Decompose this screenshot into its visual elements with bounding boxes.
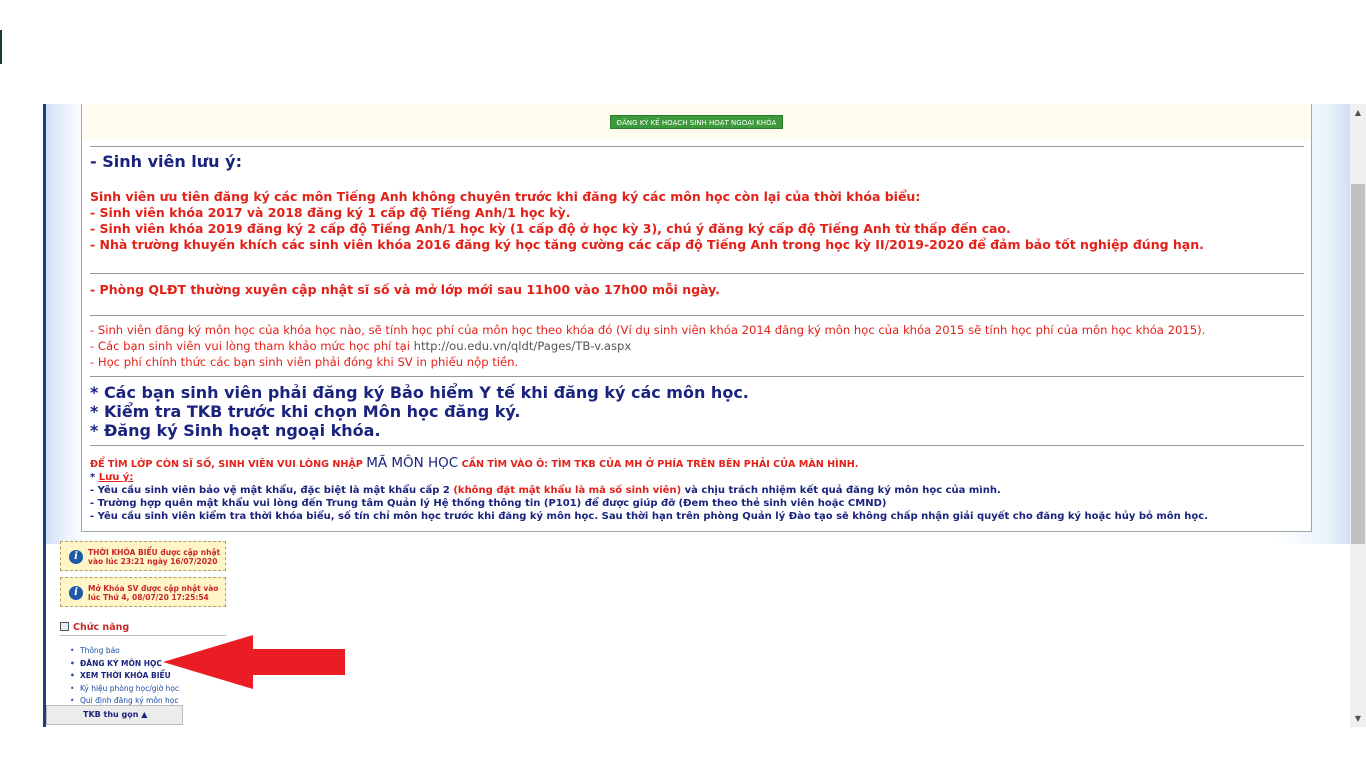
fee-link[interactable]: http://ou.edu.vn/qldt/Pages/TB-v.aspx [414,339,632,353]
register-extracurricular-button[interactable]: ĐĂNG KÝ KẾ HOẠCH SINH HOẠT NGOẠI KHÓA [610,115,783,129]
luu-y-label: Lưu ý: [98,472,134,483]
star-note: * Các bạn sinh viên phải đăng ký Bảo hiể… [90,383,749,402]
scroll-up-arrow-icon[interactable]: ▲ [1350,104,1366,121]
find-class-post: CẦN TÌM VÀO Ô: TÌM TKB CỦA MH Ở PHÍA TRÊ… [458,459,859,470]
functions-heading: Chức năng [60,622,129,633]
forgot-password-note: - Trường hợp quên mật khẩu vui lòng đến … [90,498,887,509]
divider [90,445,1304,446]
password-warning: (không đặt mật khẩu là mã số sinh viên) [453,485,682,496]
star-note: * Kiểm tra TKB trước khi chọn Môn học đă… [90,402,521,421]
password-post: và chịu trách nhiệm kết quả đăng ký môn … [681,485,1001,496]
panel-header-area: ĐĂNG KÝ KẾ HOẠCH SINH HOẠT NGOẠI KHÓA [82,104,1311,140]
english-item: - Sinh viên khóa 2017 và 2018 đăng ký 1 … [90,205,571,220]
luu-y-line: * Lưu ý: [90,472,133,483]
page: ĐĂNG KÝ KẾ HOẠCH SINH HOẠT NGOẠI KHÓA - … [0,0,1366,768]
function-list-icon [60,622,69,631]
fee-note: - Sinh viên đăng ký môn học của khóa học… [90,323,1206,337]
update-schedule-text: - Phòng QLĐT thường xuyên cập nhật sĩ số… [90,282,720,297]
star-note: * Đăng ký Sinh hoạt ngoại khóa. [90,421,381,440]
scrollbar-thumb[interactable] [1351,184,1365,544]
fee-note: - Học phí chính thức các bạn sinh viên p… [90,355,519,369]
password-note: - Yêu cầu sinh viên bảo vệ mật khẩu, đặc… [90,485,1001,496]
check-schedule-note: - Yêu cầu sinh viên kiểm tra thời khóa b… [90,511,1208,522]
unlock-update-info: i Mở Khóa SV được cập nhật vào lúc Thứ 4… [60,577,226,607]
password-pre: - Yêu cầu sinh viên bảo vệ mật khẩu, đặc… [90,485,454,496]
find-class-pre: ĐỂ TÌM LỚP CÒN SĨ SỐ, SINH VIÊN VUI LÒNG… [90,459,367,470]
compact-timetable-tab[interactable]: TKB thu gọn ▲ [46,705,183,725]
info-text: Mở Khóa SV được cập nhật vào lúc Thứ 4, … [88,584,219,602]
find-class-instruction: ĐỂ TÌM LỚP CÒN SĨ SỐ, SINH VIÊN VUI LÒNG… [90,455,858,471]
notice-heading: - Sinh viên lưu ý: [90,152,242,171]
content-viewport: ĐĂNG KÝ KẾ HOẠCH SINH HOẠT NGOẠI KHÓA - … [43,104,1350,727]
notice-panel: ĐĂNG KÝ KẾ HOẠCH SINH HOẠT NGOẠI KHÓA - … [81,104,1312,532]
info-icon: i [69,550,83,564]
fee-note-text: - Các bạn sinh viên vui lòng tham khảo m… [90,339,414,353]
divider [90,376,1304,377]
luu-y-star: * [90,472,99,483]
window-edge-marker [0,30,2,64]
divider [90,146,1304,147]
vertical-scrollbar[interactable]: ▲ ▼ [1350,104,1366,727]
functions-title: Chức năng [73,622,130,633]
english-item: - Nhà trường khuyến khích các sinh viên … [90,237,1204,252]
schedule-update-info: i THỜI KHÓA BIỂU được cập nhật vào lúc 2… [60,541,226,571]
english-item: - Sinh viên khóa 2019 đăng ký 2 cấp độ T… [90,221,1011,236]
divider [90,315,1304,316]
course-code-label: MÃ MÔN HỌC [366,455,459,471]
english-priority-text: Sinh viên ưu tiên đăng ký các môn Tiếng … [90,189,921,204]
divider [90,273,1304,274]
red-annotation-arrow-icon [163,635,345,689]
info-icon: i [69,586,83,600]
info-text: THỜI KHÓA BIỂU được cập nhật vào lúc 23:… [88,548,221,566]
fee-note: - Các bạn sinh viên vui lòng tham khảo m… [90,339,631,353]
scroll-down-arrow-icon[interactable]: ▼ [1350,710,1366,727]
